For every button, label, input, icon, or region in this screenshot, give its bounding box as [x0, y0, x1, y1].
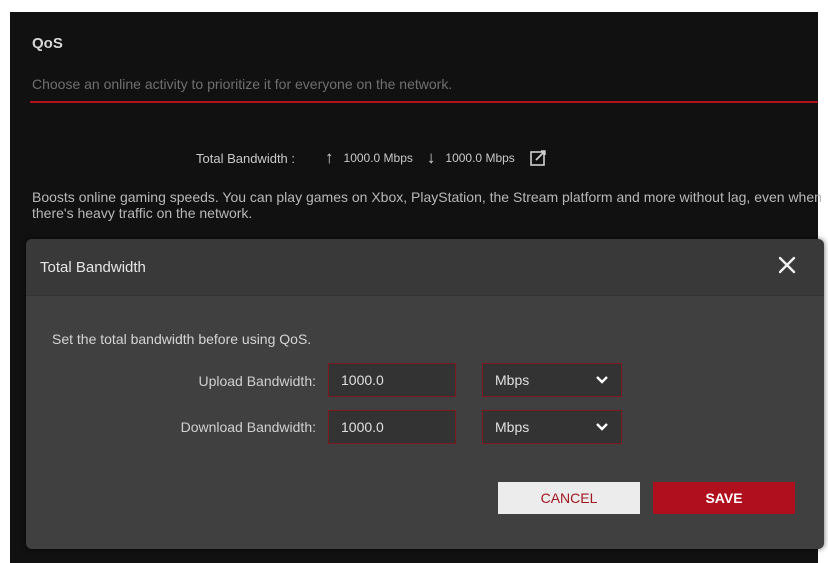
save-button[interactable]: SAVE: [653, 482, 795, 514]
download-bandwidth-input[interactable]: [328, 410, 456, 444]
modal-overlay: Total Bandwidth Set the total bandwidth …: [0, 0, 828, 563]
upload-bandwidth-input[interactable]: [328, 363, 456, 397]
dialog-header: Total Bandwidth: [26, 239, 824, 296]
download-unit-value: Mbps: [495, 419, 530, 435]
download-unit-select[interactable]: Mbps: [482, 410, 622, 444]
upload-unit-select[interactable]: Mbps: [482, 363, 622, 397]
dialog-note: Set the total bandwidth before using QoS…: [52, 331, 312, 347]
cancel-button[interactable]: CANCEL: [498, 482, 640, 514]
chevron-down-icon: [596, 376, 608, 384]
close-icon[interactable]: [776, 254, 798, 276]
chevron-down-icon: [596, 423, 608, 431]
total-bandwidth-dialog: Total Bandwidth Set the total bandwidth …: [26, 239, 824, 549]
dialog-title: Total Bandwidth: [40, 259, 146, 276]
upload-unit-value: Mbps: [495, 372, 530, 388]
download-bandwidth-label: Download Bandwidth:: [180, 419, 316, 435]
upload-bandwidth-label: Upload Bandwidth:: [198, 373, 316, 389]
